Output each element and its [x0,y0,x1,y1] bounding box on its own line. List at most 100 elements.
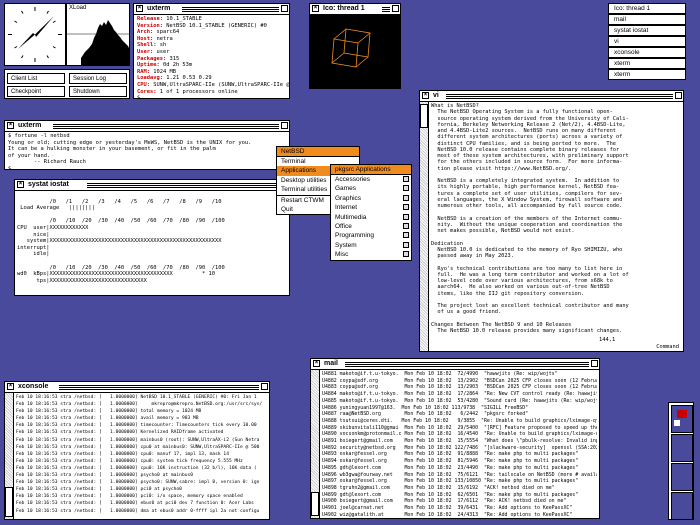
mail-content[interactable]: U4881 makoto@if.t.u-tokyo. Mon Feb 10 18… [311,370,599,518]
titlebar-stripes [182,6,279,12]
workspace-1[interactable] [671,405,693,433]
maximize-icon[interactable] [675,92,682,99]
scrollbar-thumb[interactable] [420,104,428,128]
close-icon[interactable]: × [7,122,14,129]
close-icon[interactable]: × [17,181,24,188]
titlebar-stripes [59,384,259,390]
xconsole-scrollbar[interactable] [5,393,14,519]
xconsole-titlebar[interactable]: × xconsole [5,382,269,393]
window-title: uxterm [18,122,42,129]
menu-item-games[interactable]: Games [331,184,411,193]
systat-window: × systat iostat /0 /1 /2 /3 /4 /5 /6 /7 … [14,179,290,296]
sysinfo-line: Arch: sparc64 [137,29,286,36]
menu-item-accessories[interactable]: Accessories [331,175,411,184]
titlebar-stripes [87,182,279,188]
clock-face [8,7,62,62]
sysinfo-value: 0d 2h 53m [159,62,193,69]
window-list-item[interactable]: mail [608,14,686,25]
window-list-item[interactable]: vi [608,36,686,47]
workspace-2[interactable] [671,434,693,462]
maximize-icon[interactable] [591,360,598,367]
sysinfo-line: Shell: sh [137,42,286,49]
maximize-icon[interactable] [261,383,268,390]
workspace-pager [668,402,694,520]
menu-item-multimedia[interactable]: Multimedia [331,213,411,222]
systat-titlebar[interactable]: × systat iostat [15,180,289,191]
close-icon[interactable]: × [7,383,14,390]
submenu-arrow-icon [403,241,409,248]
shutdown-button[interactable]: Shutdown [69,86,127,97]
menu-header: pkgsrc Applications [331,165,411,175]
sysinfo-value: sparc64 [153,29,180,36]
scrollbar-thumb[interactable] [311,492,319,516]
client-list-button[interactable]: Client List [7,73,65,84]
sysinfo-key: Cores: [137,88,157,95]
vi-ruler: 144,1 [599,337,616,343]
sysinfo-line: Version: NetBSD 10.1_STABLE (GENERIC) #0 [137,23,286,30]
sysinfo-line: CPU: SUNW,UltraSPARC-IIe (SUNW,UltraSPAR… [137,82,289,89]
console-log: Feb 10 18:16:53 stra /netbsd: [ 1.000000… [16,395,263,514]
menu-item-graphics[interactable]: Graphics [331,194,411,203]
window-list-item[interactable]: xterm [608,69,686,80]
menu-item-internet[interactable]: Internet [331,203,411,212]
mail-scrollbar[interactable] [311,370,320,518]
close-icon[interactable]: × [422,92,429,99]
uxterm-titlebar[interactable]: × uxterm [134,4,289,15]
sysinfo-key: Packages: [137,55,167,62]
scrollbar-thumb[interactable] [5,487,13,517]
menu-item-system[interactable]: System [331,241,411,250]
ico-cube [331,28,371,68]
sysinfo-line: Cores: 1 of 1 processors online [137,89,286,96]
ico-canvas [310,15,400,88]
mail-list: U4881 makoto@if.t.u-tokyo. Mon Feb 10 18… [322,371,597,518]
xload-window: XLoad [66,3,130,66]
vi-scrollbar[interactable] [420,102,429,351]
fortune-output: $ fortune -l netbsd Young or old; cuttin… [8,133,252,170]
maximize-icon[interactable] [281,5,288,12]
menu-item-programming[interactable]: Programming [331,231,411,240]
sysinfo-value: SUNW,UltraSPARC-IIe (SUNW,UltraSPARC-IIe… [153,81,290,88]
systat-content[interactable]: /0 /1 /2 /3 /4 /5 /6 /7 /8 /9 /10 Load A… [15,191,289,295]
sysinfo-line: Packages: 315 [137,56,286,63]
xclock-window [4,3,66,66]
close-icon[interactable]: × [136,5,143,12]
xconsole-content[interactable]: Feb 10 18:16:53 stra /netbsd: [ 1.000000… [5,393,269,519]
mail-window: × mail U4881 makoto@if.t.u-tokyo. Mon Fe… [310,358,600,519]
ico-titlebar[interactable]: × Ico: thread 1 [310,4,400,15]
sysinfo-key: Host: [137,35,154,42]
vi-mode: Command [656,344,679,350]
titlebar-stripes [446,93,673,99]
workspace-3[interactable] [671,463,693,491]
vi-titlebar[interactable]: × vi [420,91,683,102]
xconsole-window: × xconsole Feb 10 18:16:53 stra /netbsd:… [4,381,270,520]
close-icon[interactable]: × [312,5,319,12]
window-title: vi [433,92,439,99]
vi-content[interactable]: What is NetBSD? The NetBSD Operating Sys… [420,102,683,351]
sysinfo-output: Release: 10.1_STABLE Version: NetBSD 10.1… [137,16,289,98]
window-list-item[interactable]: xterm [608,58,686,69]
sysinfo-line: Release: 10.1_STABLE [137,16,286,23]
sysinfo-value: NetBSD 10.1_STABLE (GENERIC) #0 [162,22,267,29]
window-title: Ico: thread 1 [323,5,365,12]
session-log-button[interactable]: Session Log [69,73,127,84]
window-list-item[interactable]: systat iostat [608,25,686,36]
maximize-icon[interactable] [281,122,288,129]
uxterm-content[interactable]: $ fortune -l netbsd Young or old; cuttin… [5,132,289,169]
window-title: uxterm [147,5,171,12]
checkpoint-button[interactable]: Checkpoint [7,86,65,97]
close-icon[interactable]: × [313,360,320,367]
menu-item-misc[interactable]: Misc [331,250,411,259]
submenu-arrow-icon [403,185,409,192]
menu-item-office[interactable]: Office [331,222,411,231]
sysinfo-key: Version: [137,22,163,29]
uxterm-titlebar[interactable]: × uxterm [5,121,289,132]
submenu-arrow-icon [403,194,409,201]
workspace-4[interactable] [671,492,693,520]
maximize-icon[interactable] [392,5,399,12]
sysinfo-value: 315 [166,55,180,62]
window-list-item[interactable]: xconsole [608,47,686,58]
submenu-arrow-icon [403,213,409,220]
window-list-item[interactable]: Ico: thread 1 [608,3,686,14]
mail-titlebar[interactable]: × mail [311,359,599,370]
uxterm-content[interactable]: Release: 10.1_STABLE Version: NetBSD 10.1… [134,15,289,98]
